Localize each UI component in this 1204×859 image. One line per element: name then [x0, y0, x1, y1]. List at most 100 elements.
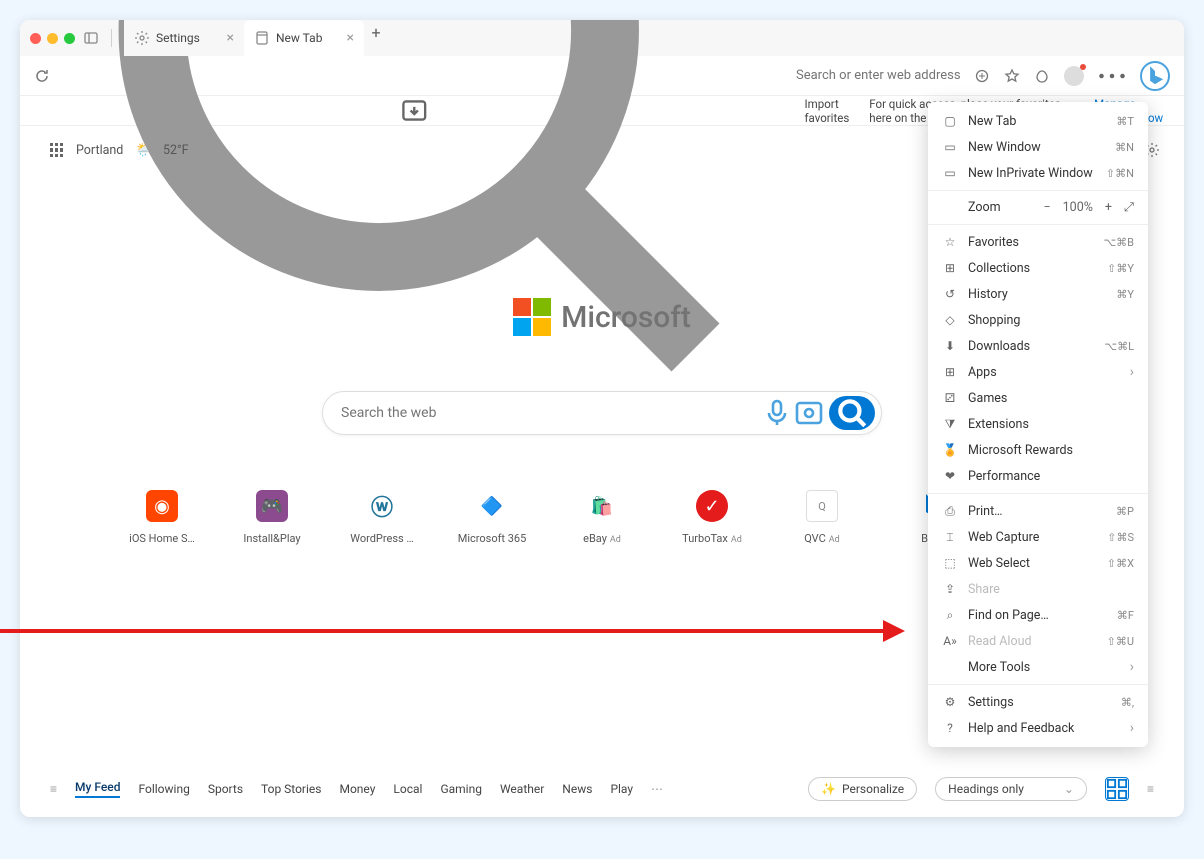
tile-wordpress[interactable]: ⓦWordPress …	[351, 490, 413, 545]
tile-ios[interactable]: ◉iOS Home S…	[131, 490, 193, 545]
personalize-button[interactable]: ✨Personalize	[808, 777, 917, 801]
gear-icon: ⚙	[942, 694, 958, 710]
chevron-right-icon	[1130, 659, 1134, 675]
fullscreen-icon[interactable]: ⤢	[1124, 200, 1134, 215]
feed-more-icon[interactable]: ⋯	[651, 782, 663, 796]
chevron-down-icon: ⌄	[1064, 782, 1074, 796]
feedtab-weather[interactable]: Weather	[500, 782, 544, 796]
extensions-icon: ⧩	[942, 416, 958, 432]
games-icon: ⚂	[942, 390, 958, 406]
feedtab-sports[interactable]: Sports	[208, 782, 243, 796]
search-box[interactable]	[322, 391, 882, 435]
menu-extensions[interactable]: ⧩Extensions	[928, 411, 1148, 437]
page-icon: ▢	[942, 113, 958, 129]
close-window-button[interactable]	[30, 33, 41, 44]
select-icon: ⬚	[942, 555, 958, 571]
minimize-window-button[interactable]	[47, 33, 58, 44]
menu-inprivate[interactable]: ▭New InPrivate Window⇧⌘N	[928, 160, 1148, 186]
menu-favorites[interactable]: ☆Favorites⌥⌘B	[928, 229, 1148, 255]
import-icon	[34, 96, 795, 125]
grid-view-button[interactable]	[1105, 777, 1129, 801]
menu-history[interactable]: ↺History⌘Y	[928, 281, 1148, 307]
read-icon: A»	[942, 633, 958, 649]
browser-window: Settings × New Tab × + Im	[20, 20, 1184, 817]
gear-icon	[134, 30, 150, 46]
favorites-icon[interactable]	[1004, 68, 1020, 84]
menu-print[interactable]: ⎙Print…⌘P	[928, 498, 1148, 524]
zoom-value: 100%	[1063, 200, 1093, 215]
menu-moretools[interactable]: More Tools	[928, 654, 1148, 680]
menu-rewards[interactable]: 🏅Microsoft Rewards	[928, 437, 1148, 463]
tile-install[interactable]: 🎮Install&Play	[241, 490, 303, 545]
tab-label: New Tab	[276, 31, 322, 45]
menu-downloads[interactable]: ⬇Downloads⌥⌘L	[928, 333, 1148, 359]
close-tab-icon[interactable]: ×	[227, 30, 234, 46]
layout-select[interactable]: Headings only⌄	[935, 777, 1087, 801]
menu-zoom: Zoom−100%+⤢	[928, 195, 1148, 220]
feed-settings-icon[interactable]: ≡	[1147, 782, 1154, 796]
tab-newtab[interactable]: New Tab ×	[244, 20, 364, 56]
weather-temp: 52°F	[163, 143, 189, 158]
chevron-right-icon	[1130, 720, 1134, 736]
menu-shopping[interactable]: ◇Shopping	[928, 307, 1148, 333]
menu-webcapture[interactable]: ⌶Web Capture⇧⌘S	[928, 524, 1148, 550]
printer-icon: ⎙	[942, 503, 958, 519]
import-favorites-button[interactable]: Import favorites	[805, 97, 860, 125]
download-icon: ⬇	[942, 338, 958, 354]
image-search-icon[interactable]	[793, 397, 825, 429]
tile-ebay[interactable]: 🛍️eBayAd	[571, 490, 633, 545]
menu-games[interactable]: ⚂Games	[928, 385, 1148, 411]
search-input[interactable]	[341, 405, 761, 421]
profile-avatar[interactable]	[1064, 66, 1084, 86]
feedtab-myfeed[interactable]: My Feed	[75, 780, 120, 798]
close-tab-icon[interactable]: ×	[347, 30, 354, 46]
feed-menu-icon[interactable]: ≡	[50, 782, 57, 796]
reload-button[interactable]	[34, 68, 50, 84]
menu-apps[interactable]: ⊞Apps	[928, 359, 1148, 385]
tab-settings[interactable]: Settings ×	[124, 20, 244, 56]
toolbar	[20, 56, 1184, 96]
menu-readaloud: A»Read Aloud⇧⌘U	[928, 628, 1148, 654]
menu-collections[interactable]: ⊞Collections⇧⌘Y	[928, 255, 1148, 281]
microsoft-logo-text: Microsoft	[561, 300, 691, 335]
apps-launcher-icon[interactable]	[50, 143, 64, 157]
inprivate-icon: ▭	[942, 165, 958, 181]
menu-performance[interactable]: ❤Performance	[928, 463, 1148, 489]
menu-help[interactable]: ?Help and Feedback	[928, 715, 1148, 741]
chevron-right-icon	[1130, 364, 1134, 380]
menu-find[interactable]: ⌕Find on Page…⌘F	[928, 602, 1148, 628]
weather-city[interactable]: Portland	[76, 143, 123, 158]
feedtab-play[interactable]: Play	[610, 782, 633, 796]
rewards-icon[interactable]	[1034, 68, 1050, 84]
search-button[interactable]	[829, 396, 875, 430]
voice-search-icon[interactable]	[761, 397, 793, 429]
trophy-icon: 🏅	[942, 442, 958, 458]
weather-cloud-icon: 🌦️	[135, 143, 151, 158]
feedtab-money[interactable]: Money	[339, 782, 375, 796]
zoom-in-button[interactable]: +	[1105, 200, 1112, 215]
menu-newtab[interactable]: ▢New Tab⌘T	[928, 108, 1148, 134]
feedtab-news[interactable]: News	[562, 782, 592, 796]
tile-qvc[interactable]: QQVCAd	[791, 490, 853, 545]
tile-m365[interactable]: 🔷Microsoft 365	[461, 490, 523, 545]
zoom-out-button[interactable]: −	[1044, 200, 1051, 215]
feed-bar: ≡ My Feed Following Sports Top Stories M…	[20, 777, 1184, 801]
menu-newwindow[interactable]: ▭New Window⌘N	[928, 134, 1148, 160]
tile-turbotax[interactable]: ✓TurboTaxAd	[681, 490, 743, 545]
window-icon: ▭	[942, 139, 958, 155]
history-icon: ↺	[942, 286, 958, 302]
feedtab-topstories[interactable]: Top Stories	[261, 782, 321, 796]
menu-webselect[interactable]: ⬚Web Select⇧⌘X	[928, 550, 1148, 576]
omnibox-input[interactable]	[796, 68, 962, 83]
bing-sidebar-button[interactable]	[1140, 61, 1170, 91]
camera-icon: ⌶	[942, 529, 958, 545]
star-icon: ☆	[942, 234, 958, 250]
feedtab-following[interactable]: Following	[138, 782, 189, 796]
feedtab-local[interactable]: Local	[393, 782, 422, 796]
menu-settings[interactable]: ⚙Settings⌘,	[928, 689, 1148, 715]
shopping-icon[interactable]	[974, 68, 990, 84]
feedtab-gaming[interactable]: Gaming	[440, 782, 482, 796]
share-icon: ⇪	[942, 581, 958, 597]
more-menu-button[interactable]	[1098, 62, 1126, 90]
tag-icon: ◇	[942, 312, 958, 328]
